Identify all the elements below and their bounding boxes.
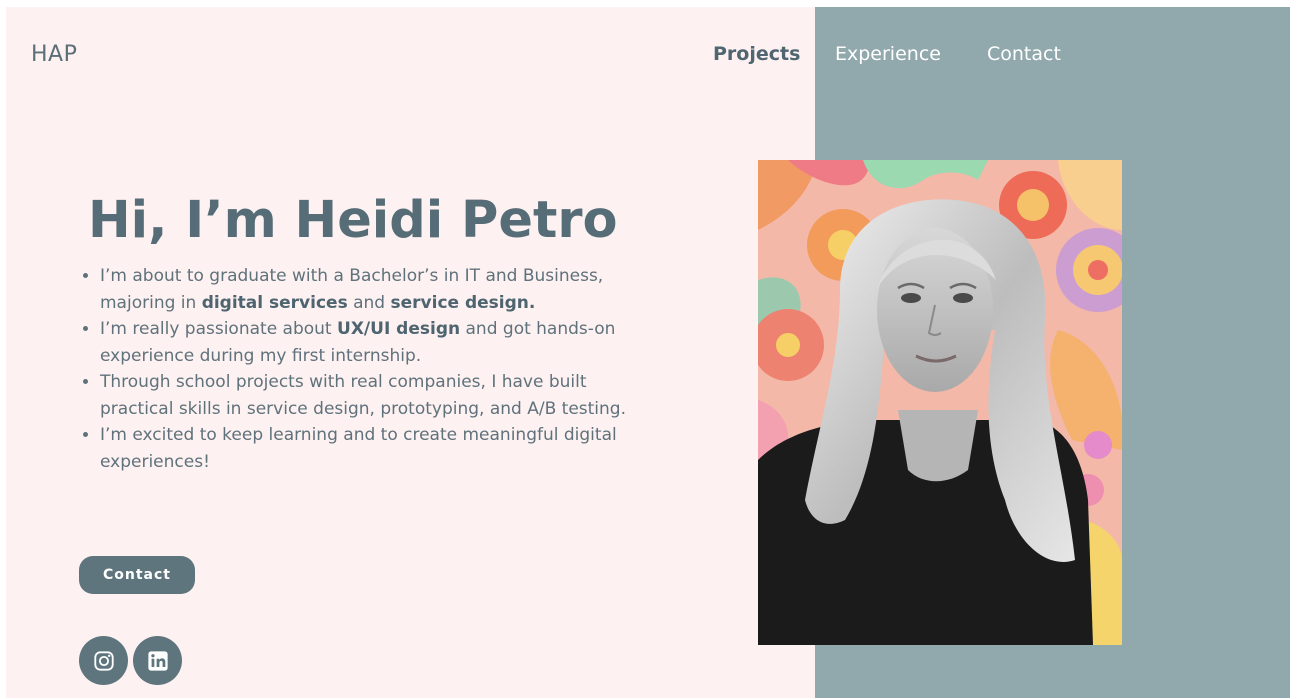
nav-experience-link[interactable]: Experience [835, 43, 941, 65]
contact-button[interactable]: Contact [79, 556, 195, 594]
bio-list: I’m about to graduate with a Bachelor’s … [84, 263, 630, 475]
bio-text: I’m really passionate about [100, 319, 338, 339]
bio-item: I’m about to graduate with a Bachelor’s … [100, 263, 630, 316]
nav-projects-link[interactable]: Projects [713, 43, 800, 65]
profile-photo [758, 160, 1122, 645]
bio-item: Through school projects with real compan… [100, 369, 630, 422]
linkedin-link[interactable] [133, 636, 182, 685]
bio-text: and [347, 292, 391, 313]
site-logo[interactable]: HAP [31, 42, 77, 67]
page: HAP Projects Experience Contact Hi, I’m … [6, 7, 1290, 698]
bio-highlight: digital services [201, 292, 348, 313]
instagram-icon [93, 650, 114, 671]
bio-item: I’m really passionate about UX/UI design… [100, 316, 630, 369]
bio-text: Through school projects with real compan… [100, 372, 626, 419]
bio-highlight: service design. [390, 292, 536, 313]
hero-title: Hi, I’m Heidi Petro [88, 191, 618, 250]
bio-text: I’m excited to keep learning and to crea… [100, 425, 617, 472]
nav-contact-link[interactable]: Contact [987, 43, 1061, 65]
instagram-link[interactable] [79, 636, 128, 685]
bio-item: I’m excited to keep learning and to crea… [100, 422, 630, 475]
linkedin-icon [147, 650, 168, 671]
bio-highlight: UX/UI design [337, 319, 461, 339]
